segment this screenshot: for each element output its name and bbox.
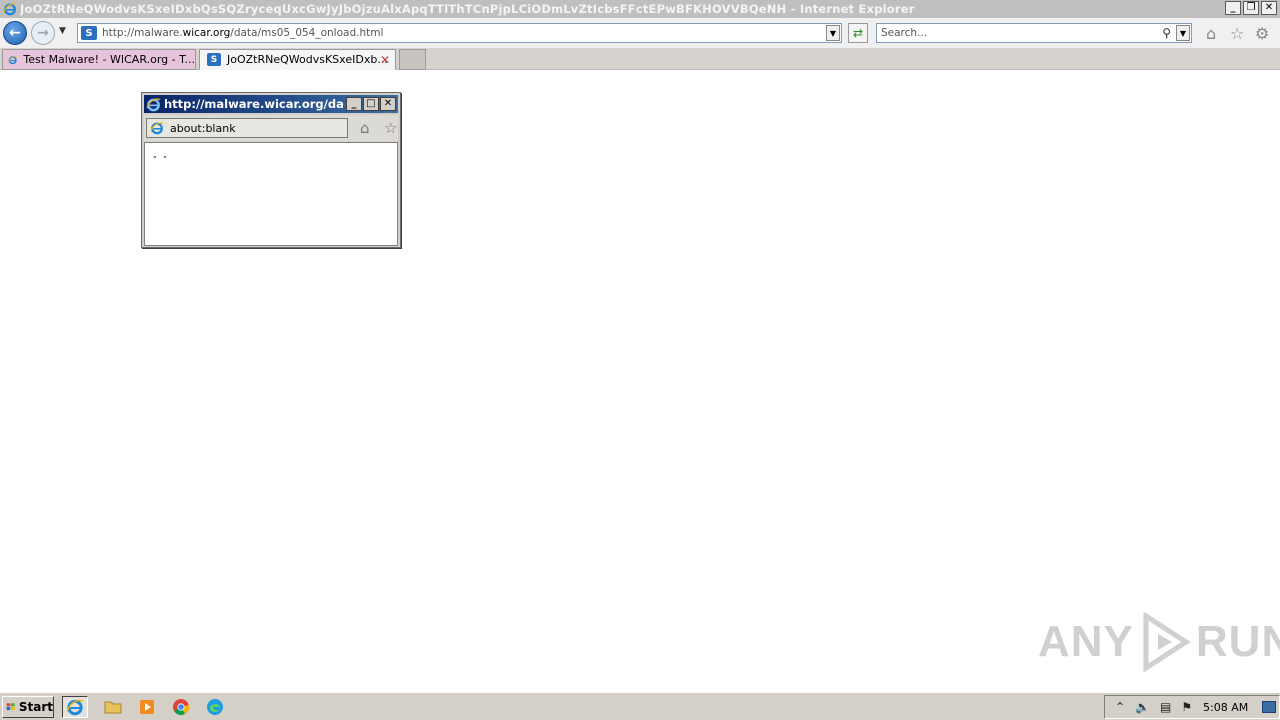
popup-content-area: " " bbox=[144, 142, 398, 246]
back-button[interactable]: ← bbox=[3, 21, 27, 45]
address-url[interactable]: http://malware.wicar.org/data/ms05_054_o… bbox=[102, 27, 383, 39]
anyrun-watermark: ANY RUN bbox=[1038, 612, 1280, 672]
ie-logo-icon bbox=[146, 97, 161, 111]
media-player-icon bbox=[140, 700, 154, 714]
back-arrow-icon: ← bbox=[9, 25, 21, 41]
compatibility-refresh-button[interactable]: ⇄ bbox=[848, 23, 868, 43]
window-controls: _ ❐ ✕ bbox=[1225, 1, 1277, 15]
start-label: Start bbox=[18, 700, 53, 714]
tab-label: Test Malware! - WICAR.org - T... bbox=[23, 53, 195, 66]
taskbar-chrome[interactable] bbox=[168, 696, 194, 718]
ie-logo-icon bbox=[8, 55, 18, 64]
close-button[interactable]: ✕ bbox=[1261, 1, 1277, 15]
tab-label: JoOZtRNeQWodvsKSxeIDxb... bbox=[227, 53, 388, 66]
ie-logo-icon bbox=[66, 699, 84, 716]
home-icon[interactable]: ⌂ bbox=[1206, 26, 1216, 42]
search-input[interactable] bbox=[881, 27, 1141, 39]
ie-logo-icon bbox=[3, 3, 17, 16]
popup-title-bar[interactable]: http://malware.wicar.org/dat... _ □ ✕ bbox=[144, 95, 398, 113]
watermark-left-text: ANY bbox=[1038, 617, 1134, 666]
forward-arrow-icon: → bbox=[37, 25, 49, 41]
system-tray: ⌃ 🔈 ▤ ⚑ 5:08 AM bbox=[1104, 695, 1280, 719]
forward-button[interactable]: → bbox=[31, 21, 55, 45]
favorites-star-icon[interactable]: ☆ bbox=[384, 119, 397, 137]
popup-address-url[interactable]: about:blank bbox=[170, 122, 236, 135]
popup-navigation-bar: about:blank ⌂ ☆ bbox=[144, 115, 398, 141]
site-favicon-icon: S bbox=[207, 53, 221, 66]
clock[interactable]: 5:08 AM bbox=[1203, 701, 1248, 714]
watermark-right-text: RUN bbox=[1195, 617, 1280, 666]
play-logo-icon bbox=[1143, 612, 1191, 672]
history-dropdown-icon[interactable]: ▼ bbox=[59, 26, 71, 38]
show-hidden-icons-icon[interactable]: ⌃ bbox=[1115, 701, 1125, 713]
window-title-bar: JoOZtRNeQWodvsKSxeIDxbQsSQZryceqUxcGwJyJ… bbox=[0, 0, 1280, 18]
ie-logo-icon bbox=[150, 122, 164, 135]
popup-address-bar[interactable]: about:blank bbox=[146, 118, 348, 138]
popup-minimize-button[interactable]: _ bbox=[346, 97, 362, 111]
volume-icon[interactable]: 🔈 bbox=[1135, 701, 1150, 713]
window-title: JoOZtRNeQWodvsKSxeIDxbQsSQZryceqUxcGwJyJ… bbox=[20, 2, 915, 16]
tab-close-icon[interactable]: ✕ bbox=[380, 53, 390, 67]
favorites-star-icon[interactable]: ☆ bbox=[1230, 26, 1244, 42]
popup-window-controls: _ □ ✕ bbox=[346, 97, 396, 111]
navigation-bar: ← → ▼ S http://malware.wicar.org/data/ms… bbox=[0, 18, 1280, 48]
chrome-icon bbox=[173, 699, 190, 715]
action-center-flag-icon[interactable]: ⚑ bbox=[1181, 701, 1192, 713]
tab-test-malware[interactable]: Test Malware! - WICAR.org - T... bbox=[2, 49, 196, 70]
refresh-icon: ⇄ bbox=[852, 26, 864, 40]
minimize-button[interactable]: _ bbox=[1225, 1, 1241, 15]
popup-window[interactable]: http://malware.wicar.org/dat... _ □ ✕ ab… bbox=[141, 92, 401, 248]
edge-icon bbox=[207, 699, 223, 715]
search-box[interactable]: ⚲ ▼ bbox=[876, 23, 1192, 43]
windows-logo-icon bbox=[6, 703, 15, 711]
address-dropdown-icon[interactable]: ▼ bbox=[826, 25, 840, 41]
start-button[interactable]: Start bbox=[2, 696, 54, 718]
network-icon[interactable]: ▤ bbox=[1160, 701, 1171, 713]
popup-title: http://malware.wicar.org/dat... bbox=[164, 97, 344, 111]
folder-icon bbox=[104, 701, 122, 714]
taskbar-edge[interactable] bbox=[202, 696, 228, 718]
taskbar-media-player[interactable] bbox=[134, 696, 160, 718]
tab-strip: Test Malware! - WICAR.org - T... S JoOZt… bbox=[0, 48, 1280, 70]
taskbar-file-explorer[interactable] bbox=[100, 696, 126, 718]
search-dropdown-icon[interactable]: ▼ bbox=[1176, 25, 1190, 41]
settings-gear-icon[interactable]: ⚙ bbox=[1255, 26, 1269, 42]
taskbar-internet-explorer[interactable] bbox=[62, 696, 88, 718]
search-icon[interactable]: ⚲ bbox=[1162, 26, 1171, 40]
restore-button[interactable]: ❐ bbox=[1243, 1, 1259, 15]
site-favicon-icon: S bbox=[81, 26, 97, 40]
address-bar[interactable]: S http://malware.wicar.org/data/ms05_054… bbox=[77, 23, 842, 43]
popup-close-button[interactable]: ✕ bbox=[380, 97, 396, 111]
popup-content-text: " " bbox=[153, 155, 169, 164]
new-tab-button[interactable] bbox=[399, 49, 426, 70]
show-desktop-button[interactable] bbox=[1262, 701, 1276, 713]
tab-active-page[interactable]: S JoOZtRNeQWodvsKSxeIDxb... ✕ bbox=[199, 49, 396, 70]
home-icon[interactable]: ⌂ bbox=[360, 119, 370, 137]
popup-maximize-button[interactable]: □ bbox=[363, 97, 379, 111]
taskbar: Start ⌃ 🔈 ▤ ⚑ 5:08 AM bbox=[0, 692, 1280, 720]
